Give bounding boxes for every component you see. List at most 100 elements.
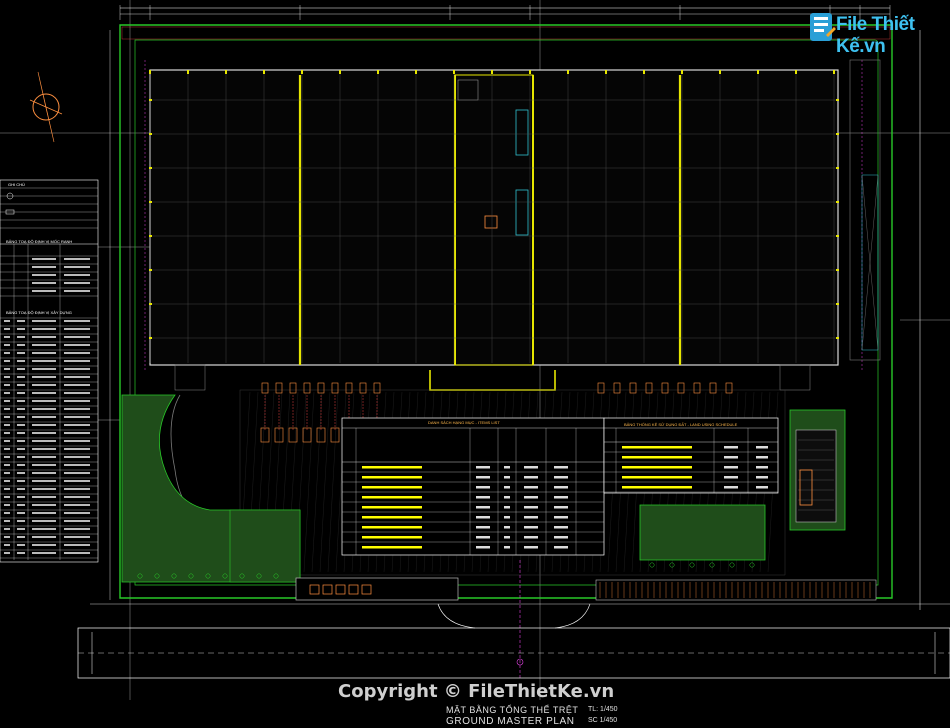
item-value [504,516,510,519]
coordinate-value [64,512,90,514]
item-value [476,546,490,549]
item-value [524,516,538,519]
coordinate-value [64,448,90,450]
point-id [4,352,10,354]
point-name [17,520,25,522]
column-mark [529,70,531,74]
item-value [524,476,538,479]
column-mark [149,201,152,203]
item-value [504,496,510,499]
point-id [4,432,10,434]
point-name [17,384,25,386]
point-name [17,352,25,354]
point-name [17,400,25,402]
point-name [17,424,25,426]
column-mark [836,303,839,305]
coordinate-value [32,480,56,482]
coordinate-value [64,360,90,362]
coordinate-value [32,528,56,530]
warehouse-building [149,59,881,391]
column-mark [833,70,835,74]
item-value [476,526,490,529]
land-value [756,476,768,479]
land-value [724,456,738,459]
coordinate-value [64,344,90,346]
coordinate-value [64,464,90,466]
coordinate-value [64,328,90,330]
coordinate-value [64,504,90,506]
point-id [4,528,10,530]
logo-text[interactable]: File Thiết Kế.vn [836,14,950,58]
point-name [17,496,25,498]
building-outline [149,69,839,366]
point-id [4,480,10,482]
coordinate-value [64,416,90,418]
coordinate-value [32,488,56,490]
item-name [362,516,422,519]
coordinate-value [32,384,56,386]
coordinate-value [64,282,90,284]
point-id [4,448,10,450]
coordinate-value [64,480,90,482]
point-id [4,368,10,370]
point-name [17,360,25,362]
point-id [4,496,10,498]
coordinate-value [64,536,90,538]
green-area-left-2 [229,509,301,583]
column-mark [149,167,152,169]
drawing-scale-english: SC 1/450 [588,717,618,724]
drawing-title-english: GROUND MASTER PLAN [446,716,575,727]
point-name [17,440,25,442]
column-mark [149,303,152,305]
coordinate-value [32,328,56,330]
point-id [4,376,10,378]
point-id [4,336,10,338]
item-value [504,506,510,509]
point-name [17,480,25,482]
item-value [524,546,538,549]
column-mark [836,99,839,101]
coordinate-value [32,536,56,538]
coordinate-value [32,258,56,260]
column-mark [225,70,227,74]
point-id [4,328,10,330]
item-value [554,476,568,479]
point-name [17,536,25,538]
coordinate-value [32,504,56,506]
land-table-frame [603,417,779,494]
item-name [362,526,422,529]
column-mark [149,269,152,271]
coordinate-value [64,352,90,354]
column-mark [149,70,151,74]
coordinate-value [32,472,56,474]
coordinate-value [32,544,56,546]
point-name [17,544,25,546]
item-name [362,466,422,469]
item-value [524,526,538,529]
land-value [724,466,738,469]
point-id [4,544,10,546]
point-id [4,424,10,426]
column-mark [149,337,152,339]
coordinate-value [64,432,90,434]
point-id [4,360,10,362]
coordinate-value [64,544,90,546]
column-mark [795,70,797,74]
coordinate-value [32,440,56,442]
coordinate-value [32,368,56,370]
point-name [17,344,25,346]
point-name [17,552,25,554]
point-id [4,416,10,418]
point-name [17,416,25,418]
coordinate-value [64,472,90,474]
coordinate-value [64,488,90,490]
item-value [554,526,568,529]
column-mark [836,201,839,203]
column-mark [301,70,303,74]
coordinate-value [32,416,56,418]
point-name [17,504,25,506]
item-name [362,536,422,539]
coordinate-value [32,456,56,458]
point-name [17,448,25,450]
land-schedule-title: BẢNG THỐNG KÊ SỬ DỤNG ĐẤT - LAND USING S… [624,422,738,427]
